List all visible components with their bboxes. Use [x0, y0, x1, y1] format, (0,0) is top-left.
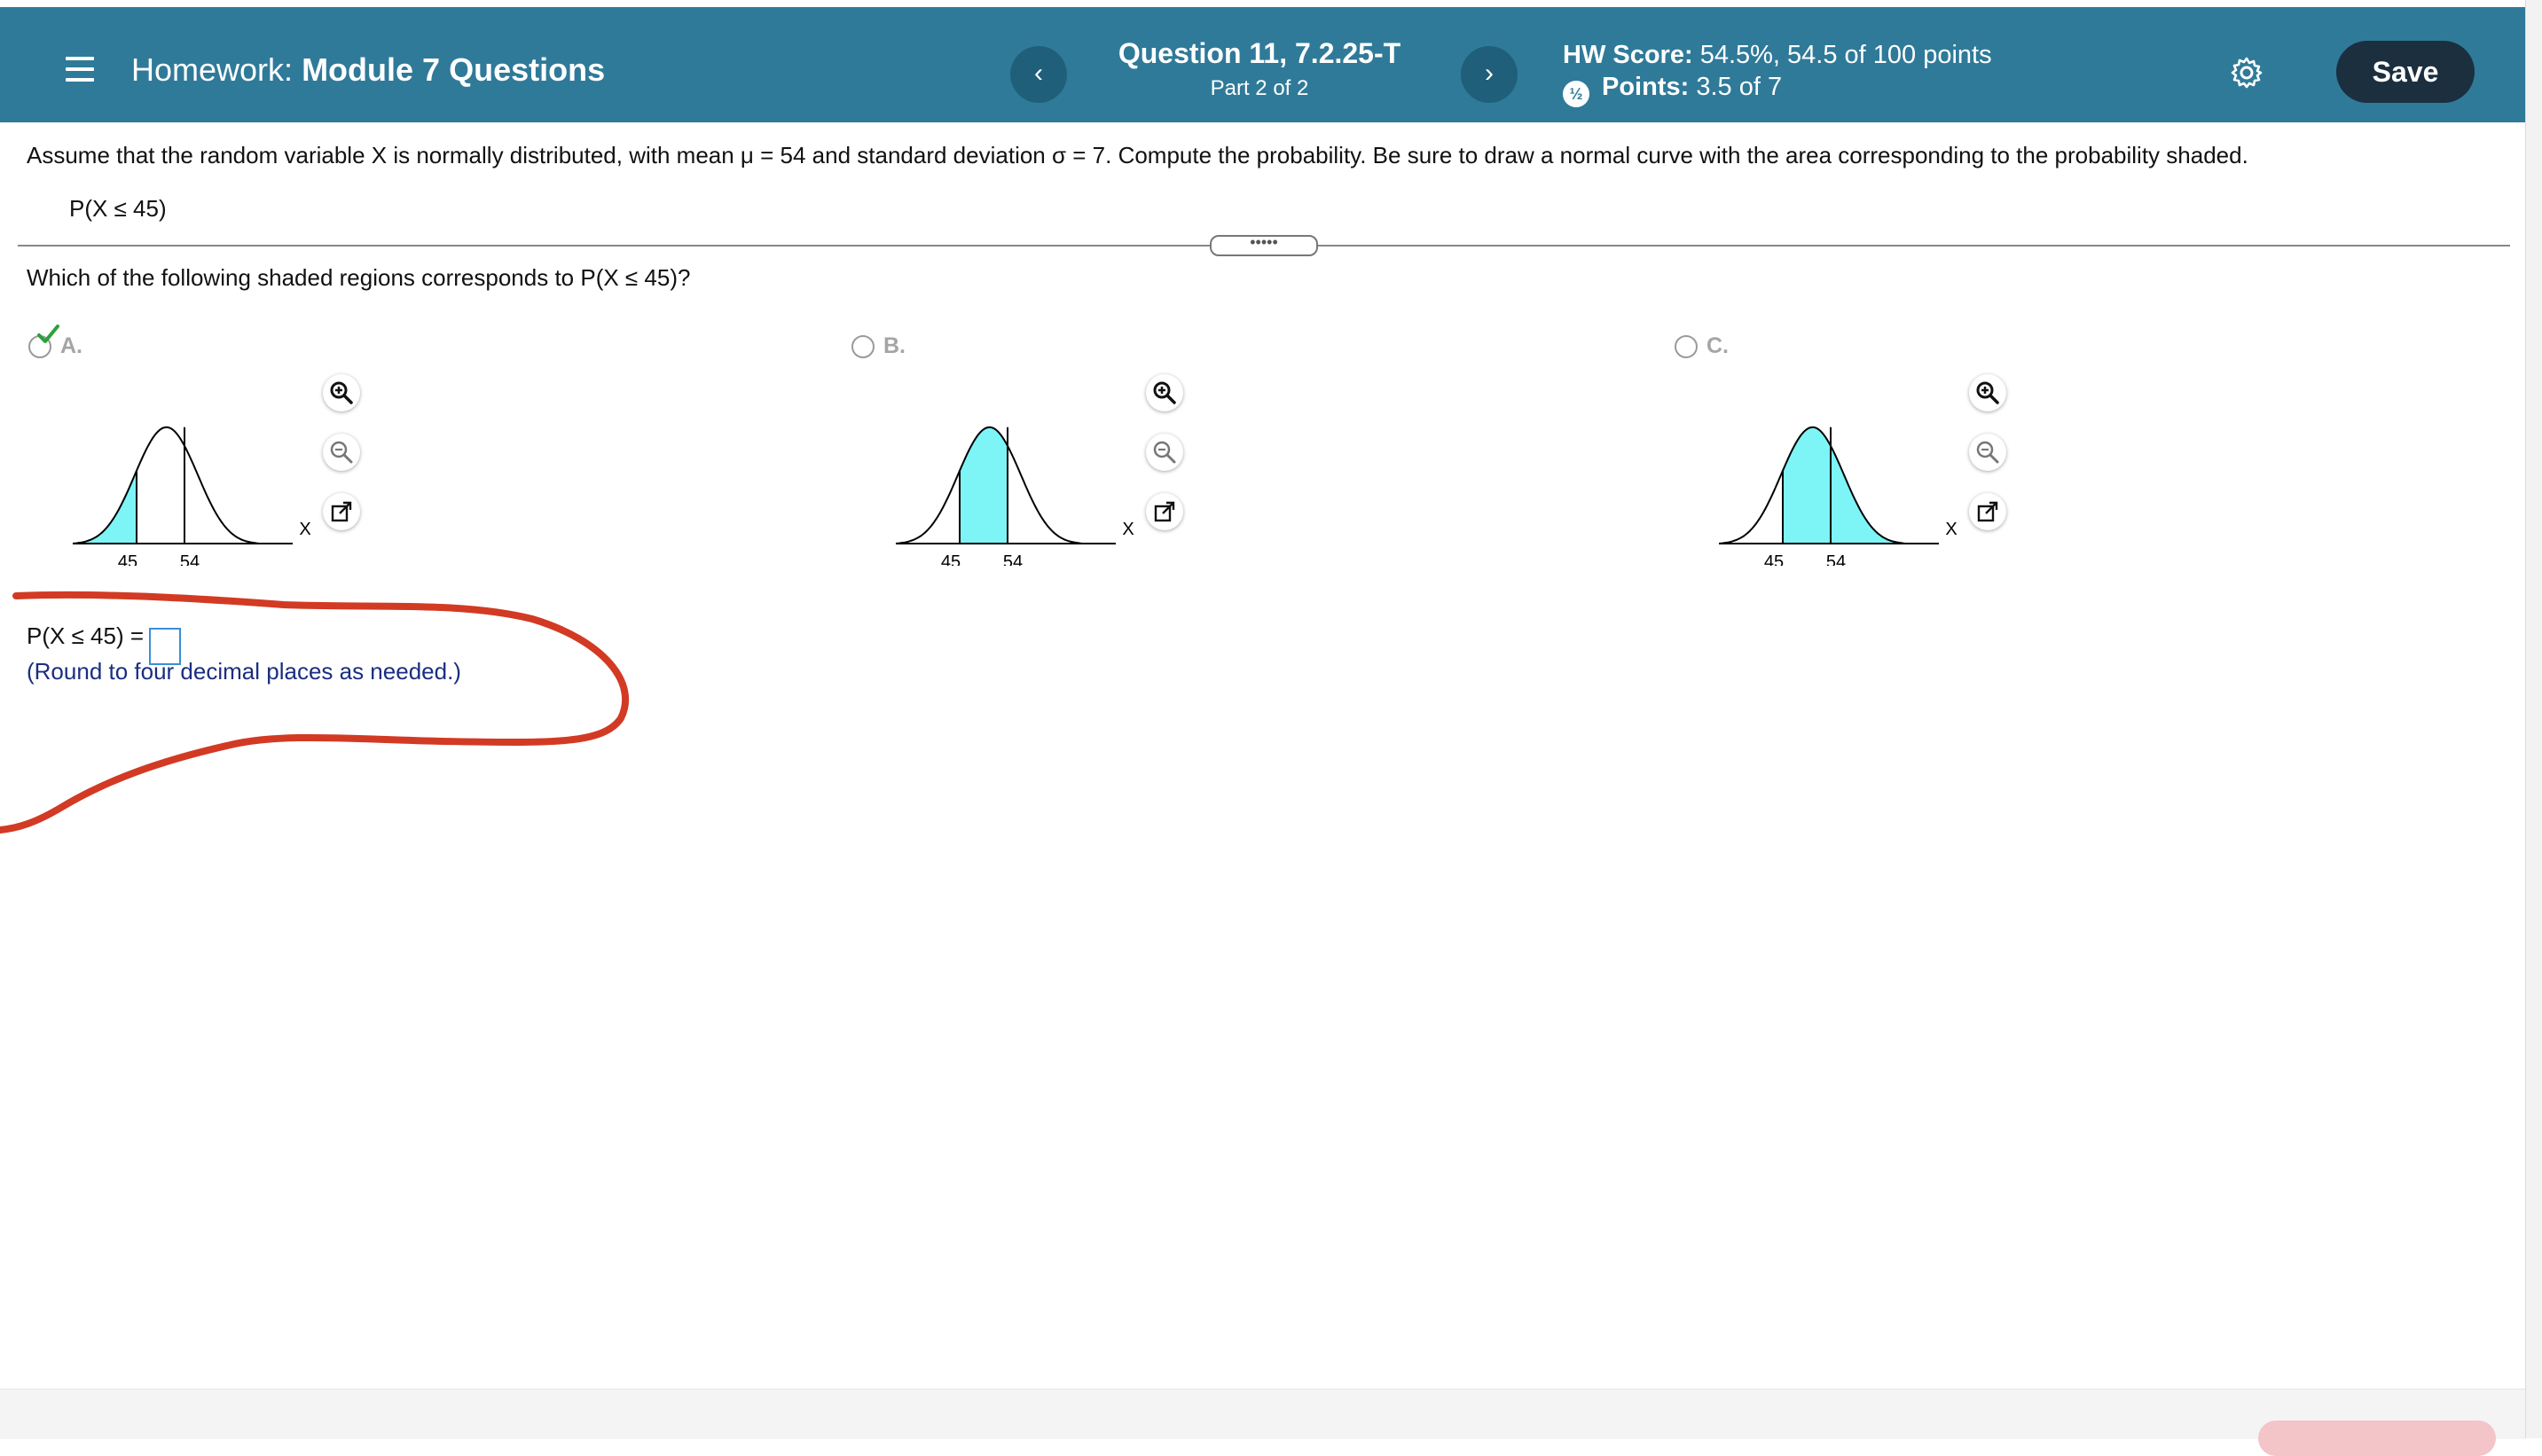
option-b-normal-curve: 45 54 X [895, 426, 1134, 566]
gear-icon[interactable] [2230, 56, 2263, 90]
axis-label-x: X [299, 520, 310, 539]
tick-label-54: 54 [180, 552, 200, 566]
save-button[interactable]: Save [2336, 41, 2475, 103]
option-b-radio[interactable] [851, 335, 875, 358]
previous-question-button[interactable]: ‹ [1010, 46, 1067, 103]
zoom-in-icon [1976, 381, 1999, 404]
option-a[interactable]: A. 45 54 X [28, 325, 472, 594]
next-question-button[interactable]: › [1461, 46, 1518, 103]
option-c-normal-curve: 45 54 X [1718, 426, 1957, 566]
option-b[interactable]: B. 45 54 X [851, 328, 1295, 594]
rounding-note: (Round to four decimal places as needed.… [27, 658, 461, 685]
zoom-out-icon [330, 441, 353, 464]
chevron-left-icon: ‹ [1034, 59, 1043, 88]
open-external-icon [331, 501, 352, 522]
option-a-normal-curve: 45 54 X [72, 426, 311, 566]
option-c-zoom-out-button[interactable] [1969, 434, 2006, 471]
hw-score-label: HW Score: [1563, 41, 1693, 69]
points-label: Points: [1602, 73, 1690, 101]
shaded-region-right [1783, 427, 1905, 544]
correct-check-icon [37, 325, 59, 343]
tick-label-54: 54 [1826, 552, 1846, 566]
target-probability: P(X ≤ 45) [69, 195, 167, 222]
homework-app: Homework: Module 7 Questions ‹ Question … [0, 0, 2526, 1456]
tick-label-45: 45 [1764, 552, 1784, 566]
points-value: 3.5 of 7 [1696, 73, 1783, 101]
option-c[interactable]: C. 45 54 X [1675, 328, 2118, 594]
option-a-open-button[interactable] [323, 493, 360, 530]
tick-label-45: 45 [941, 552, 961, 566]
header-bar: Homework: Module 7 Questions ‹ Question … [0, 7, 2526, 122]
option-c-zoom-in-button[interactable] [1969, 374, 2006, 411]
footer-bar [0, 1389, 2526, 1439]
menu-icon[interactable] [66, 57, 94, 82]
tick-label-54: 54 [1003, 552, 1023, 566]
homework-title-prefix: Homework: [131, 51, 294, 88]
sub-question: Which of the following shaded regions co… [27, 264, 691, 291]
zoom-out-icon [1976, 441, 1999, 464]
normal-curve [72, 426, 260, 544]
option-b-label: B. [883, 333, 906, 358]
chevron-right-icon: › [1485, 59, 1494, 88]
question-prompt: Assume that the random variable X is nor… [27, 142, 2248, 168]
option-a-zoom-in-button[interactable] [323, 374, 360, 411]
answer-label: P(X ≤ 45) = [27, 622, 145, 649]
option-c-label: C. [1706, 333, 1729, 358]
tick-label-45: 45 [118, 552, 137, 566]
assignment-name: Module 7 Questions [302, 51, 606, 88]
option-a-zoom-out-button[interactable] [323, 434, 360, 471]
shaded-region-middle [960, 427, 1008, 544]
question-part: Part 2 of 2 [1210, 76, 1309, 100]
axis-label-x: X [1945, 520, 1957, 539]
footer-action-button[interactable] [2258, 1421, 2496, 1456]
option-b-zoom-in-button[interactable] [1146, 374, 1183, 411]
open-external-icon [1977, 501, 1998, 522]
zoom-out-icon [1153, 441, 1176, 464]
zoom-in-icon [1153, 381, 1176, 404]
option-c-radio[interactable] [1675, 335, 1698, 358]
partial-credit-icon: ½ [1563, 81, 1589, 107]
homework-title: Homework: Module 7 Questions [131, 51, 605, 89]
option-c-open-button[interactable] [1969, 493, 2006, 530]
hw-score: HW Score: 54.5%, 54.5 of 100 points [1563, 41, 1992, 70]
points: ½ Points: 3.5 of 7 [1563, 73, 1782, 107]
option-a-label: A. [60, 333, 82, 358]
zoom-in-icon [330, 381, 353, 404]
open-external-icon [1154, 501, 1175, 522]
shaded-region-left [73, 470, 137, 544]
hw-score-value: 54.5%, 54.5 of 100 points [1699, 41, 1992, 69]
expand-handle[interactable]: ••••• [1210, 234, 1318, 256]
axis-label-x: X [1122, 520, 1134, 539]
page-scrollbar[interactable] [2525, 0, 2542, 1438]
question-title: Question 11, 7.2.25-T [1118, 37, 1401, 69]
option-b-zoom-out-button[interactable] [1146, 434, 1183, 471]
option-b-open-button[interactable] [1146, 493, 1183, 530]
